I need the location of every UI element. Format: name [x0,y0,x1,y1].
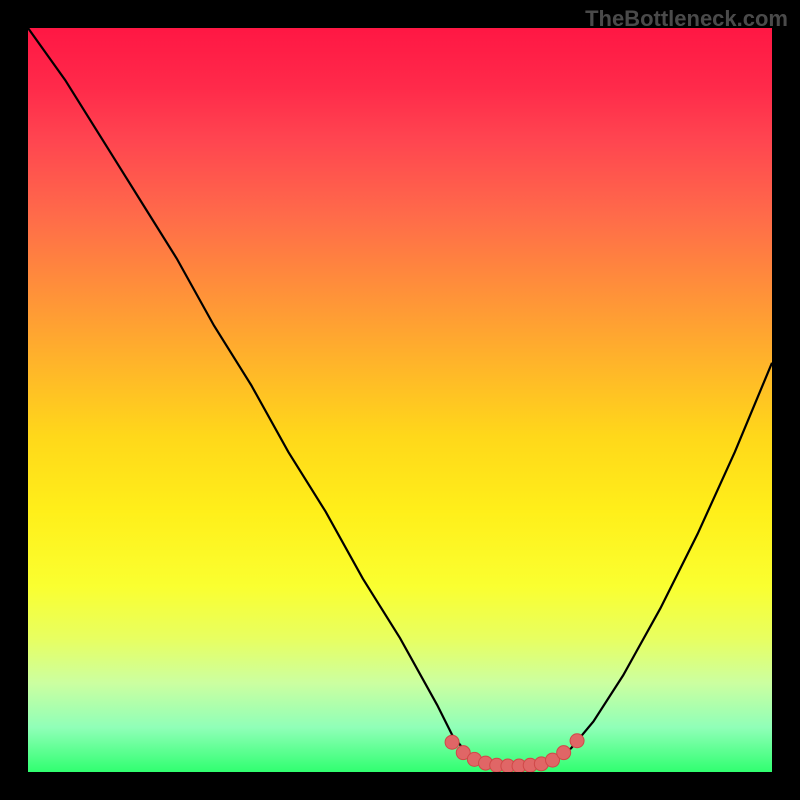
plot-area [28,28,772,772]
marker-point [445,735,459,749]
optimal-range-markers [445,734,584,772]
chart-svg [28,28,772,772]
bottleneck-curve-line [28,28,772,766]
marker-point [557,746,571,760]
marker-point [570,734,584,748]
watermark-text: TheBottleneck.com [585,6,788,32]
